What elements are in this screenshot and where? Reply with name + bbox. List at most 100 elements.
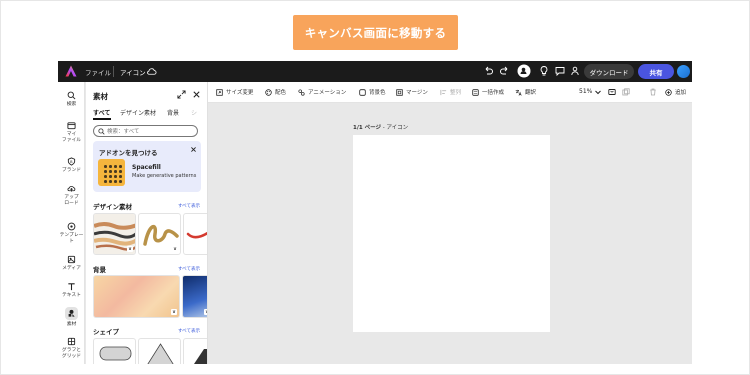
svg-text:B: B xyxy=(70,160,73,164)
rail-item-text[interactable]: テキスト xyxy=(58,282,85,299)
tab-all[interactable]: すべて xyxy=(93,108,110,117)
translate-icon xyxy=(515,89,522,96)
title-divider xyxy=(113,66,114,77)
file-menu[interactable]: ファイル xyxy=(85,67,111,77)
rail-item-elements[interactable]: 素材 xyxy=(58,307,85,328)
color-button[interactable]: 配色 xyxy=(265,88,286,96)
crown-icon: ♛ xyxy=(171,309,177,315)
chevron-down-icon[interactable] xyxy=(594,88,602,96)
bulk-create-button[interactable]: 一括作成 xyxy=(472,88,504,96)
margin-button[interactable]: マージン xyxy=(396,88,428,96)
rail-item-label: テキスト xyxy=(61,293,82,298)
crown-icon: ♛ xyxy=(172,246,178,252)
active-indicator xyxy=(65,307,78,320)
upload-cloud-icon xyxy=(67,185,76,192)
add-page-button[interactable]: 追加 xyxy=(665,88,686,96)
shape-tile[interactable] xyxy=(183,338,207,364)
page-label[interactable]: 1/1 ページ - アイコン xyxy=(353,123,408,131)
cloud-sync-icon[interactable] xyxy=(146,66,157,77)
align-label: 整列 xyxy=(450,90,462,96)
align-button[interactable]: 整列 xyxy=(440,88,461,96)
active-tab-underline xyxy=(93,118,111,120)
document-title[interactable]: アイコン xyxy=(120,67,146,77)
rail-item-templates[interactable]: テンプレー ト xyxy=(58,222,85,245)
search-icon xyxy=(98,128,105,135)
invite-user-icon[interactable] xyxy=(517,64,531,78)
background-tile[interactable]: ♛ xyxy=(93,275,180,318)
tab-design-elements[interactable]: デザイン素材 xyxy=(120,108,156,117)
canvas-area[interactable]: 1/1 ページ - アイコン xyxy=(208,103,692,364)
tab-backgrounds[interactable]: 背景 xyxy=(167,108,179,117)
close-icon[interactable] xyxy=(190,146,197,153)
shape-tile[interactable] xyxy=(138,338,181,364)
color-label: 配色 xyxy=(275,90,287,96)
avatar[interactable] xyxy=(677,65,690,78)
resize-button[interactable]: サイズ変更 xyxy=(216,88,253,96)
design-element-tile[interactable] xyxy=(183,213,207,255)
background-tile[interactable]: ♛ xyxy=(182,275,207,318)
translate-button[interactable]: 翻訳 xyxy=(515,88,536,96)
redo-icon[interactable] xyxy=(499,65,511,77)
animation-button[interactable]: アニメーション xyxy=(298,88,346,96)
templates-icon xyxy=(67,222,76,231)
comment-icon[interactable] xyxy=(554,65,566,77)
promo-heading: アドオンを見つける xyxy=(99,149,158,157)
left-rail: 検索 マイ ファイル B ブランド アップ ロード テンプレー ト メディア テ… xyxy=(58,82,85,364)
person-icon[interactable] xyxy=(569,65,581,77)
rail-item-charts[interactable]: グラフと グリッド xyxy=(58,337,85,360)
rounded-rectangle-shape xyxy=(99,346,132,361)
top-bar: ファイル アイコン ダウンロード 共有 xyxy=(58,61,692,82)
text-icon xyxy=(68,283,75,291)
addon-promo-card[interactable]: アドオンを見つける Spacefill Make generative patt… xyxy=(93,141,201,192)
elements-icon xyxy=(68,309,75,317)
close-icon[interactable] xyxy=(192,90,201,99)
lightbulb-icon[interactable] xyxy=(538,65,550,77)
resize-label: サイズ変更 xyxy=(226,90,254,96)
artboard[interactable] xyxy=(353,135,550,332)
trash-icon[interactable] xyxy=(649,88,657,96)
pages-icon[interactable] xyxy=(622,88,630,96)
resize-icon xyxy=(216,88,223,96)
rail-item-label: グラフと グリッド xyxy=(61,348,82,359)
shape-tile[interactable] xyxy=(93,338,136,364)
rail-item-media[interactable]: メディア xyxy=(58,255,85,272)
adobe-express-logo-icon[interactable] xyxy=(65,65,77,77)
background-color-button[interactable]: 背景色 xyxy=(359,88,386,96)
tab-overflow[interactable]: シ xyxy=(191,108,197,117)
background-color-icon xyxy=(359,88,366,96)
section-title-backgrounds: 背景 xyxy=(93,266,106,274)
add-page-icon xyxy=(665,88,672,96)
zoom-level[interactable]: 51% xyxy=(579,88,592,95)
page-name: - アイコン xyxy=(380,125,409,131)
design-element-tile[interactable]: ♛ xyxy=(138,213,181,255)
elements-panel: 素材 すべて デザイン素材 背景 シ アドオンを見つける Spacefill M… xyxy=(86,82,208,364)
search-field[interactable] xyxy=(93,125,198,137)
see-all-link-backgrounds[interactable]: すべて表示 xyxy=(178,266,200,272)
search-input[interactable] xyxy=(107,127,192,136)
see-all-link-shapes[interactable]: すべて表示 xyxy=(178,328,200,334)
page-indicator: 1/1 ページ xyxy=(353,125,381,131)
canvas-toolbar: サイズ変更 配色 アニメーション 背景色 マージン 整列 一括作成 翻訳 51%… xyxy=(208,82,692,103)
rail-item-brand[interactable]: B ブランド xyxy=(58,157,85,174)
download-button[interactable]: ダウンロード xyxy=(584,64,634,79)
expand-icon[interactable] xyxy=(177,90,186,99)
design-element-tile[interactable]: ♛ xyxy=(93,213,136,255)
rail-item-upload[interactable]: アップ ロード xyxy=(58,184,85,207)
grid-icon xyxy=(67,337,76,346)
margin-label: マージン xyxy=(406,90,428,96)
undo-icon[interactable] xyxy=(482,65,494,77)
rail-item-my-files[interactable]: マイ ファイル xyxy=(58,121,85,144)
addon-thumbnail xyxy=(98,159,125,186)
rail-item-search[interactable]: 検索 xyxy=(58,91,85,108)
instruction-callout: キャンバス画面に移動する xyxy=(293,15,458,50)
addon-description: Make generative patterns xyxy=(132,173,197,179)
rail-item-label: マイ ファイル xyxy=(61,132,82,143)
see-all-link-design-elements[interactable]: すべて表示 xyxy=(178,203,200,209)
share-button[interactable]: 共有 xyxy=(638,64,674,79)
rail-item-label: テンプレー ト xyxy=(59,233,84,244)
add-page-label: 追加 xyxy=(675,90,687,96)
animation-label: アニメーション xyxy=(308,90,347,96)
panel-title: 素材 xyxy=(93,92,108,101)
search-icon xyxy=(67,91,76,100)
fit-screen-icon[interactable] xyxy=(608,88,616,96)
